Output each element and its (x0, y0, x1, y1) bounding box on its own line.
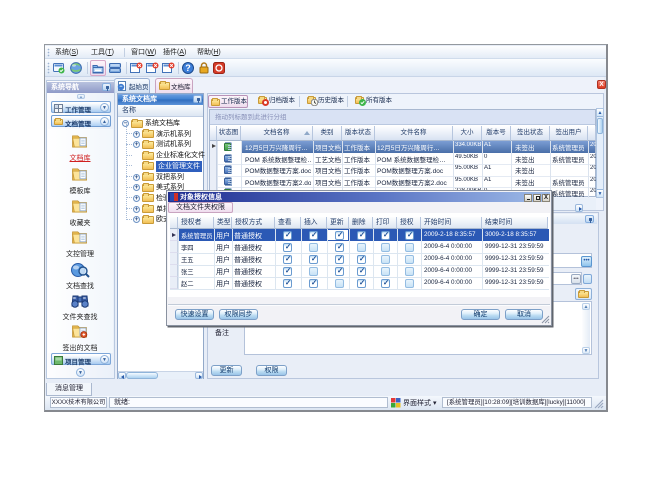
svg-text:?: ? (185, 63, 191, 73)
